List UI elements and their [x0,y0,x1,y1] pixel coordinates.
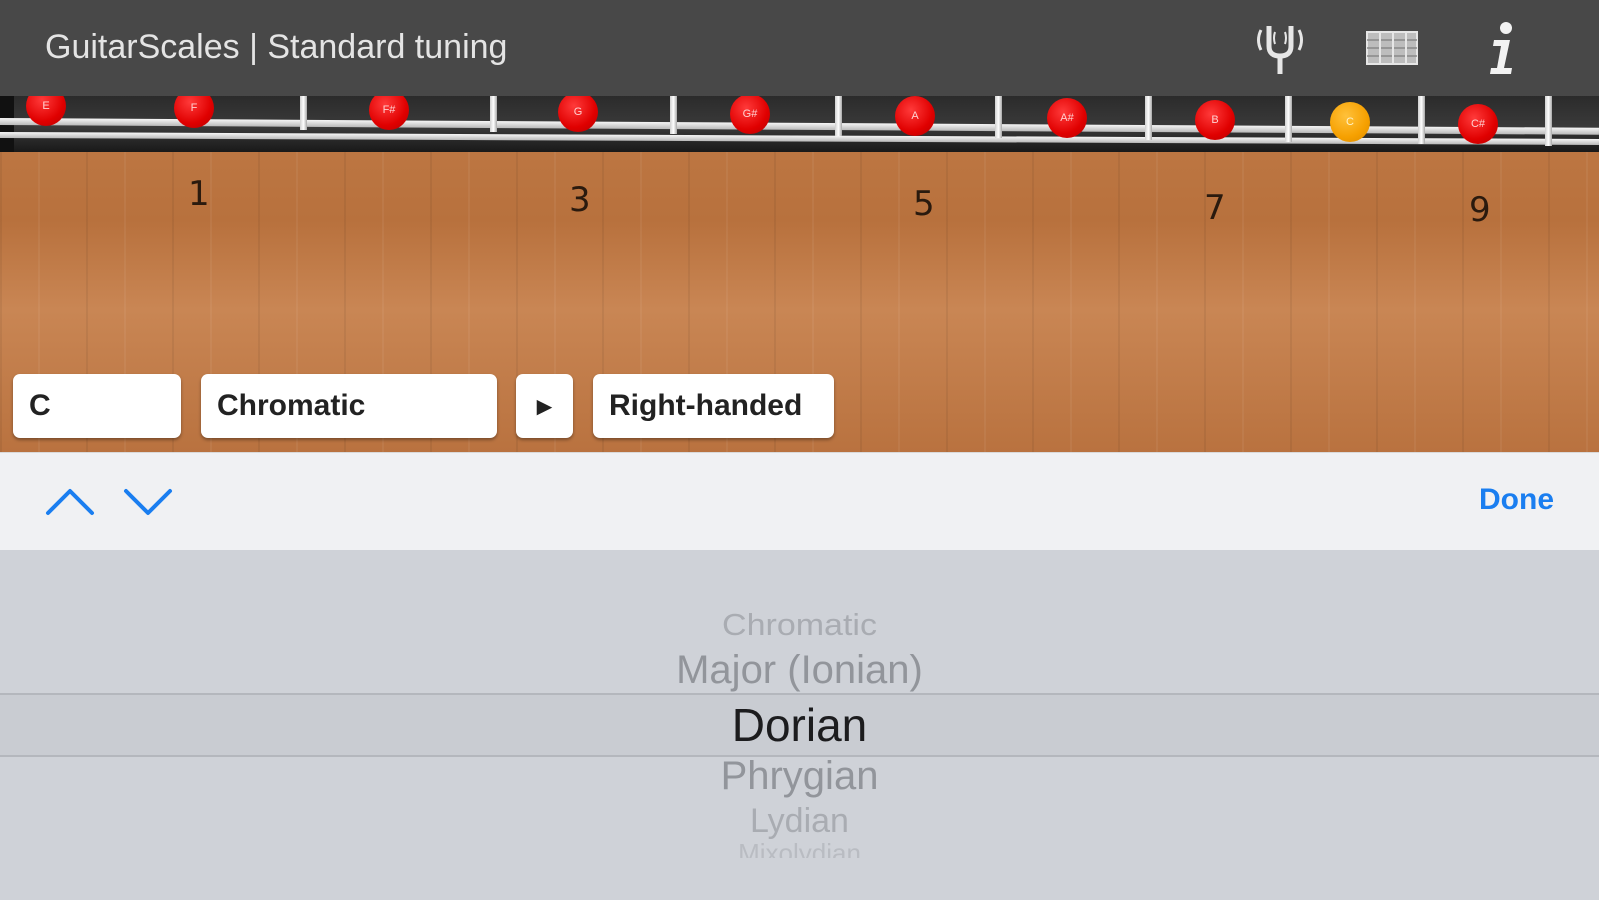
picker-option[interactable]: Lydian [0,802,1599,841]
picker-option[interactable]: Chromatic [0,608,1599,643]
picker-option-selected[interactable]: Dorian [0,698,1599,752]
root-note-dot[interactable]: C [1330,102,1370,142]
chevron-down-icon[interactable] [120,479,176,525]
app-title: GuitarScales | Standard tuning [45,28,508,66]
fret-wire [1418,96,1425,144]
fret-wire [300,96,307,130]
navigation-bar: GuitarScales | Standard tuning [0,0,1599,96]
fret-wire [1285,96,1292,142]
info-icon[interactable] [1472,18,1532,78]
tuning-fork-icon[interactable] [1250,18,1310,78]
fret-wire [835,96,842,136]
done-button[interactable]: Done [1479,483,1554,517]
fret-wire [995,96,1002,138]
scale-selector[interactable]: Chromatic [201,374,497,438]
picker-accessory-bar: Done [0,452,1599,552]
note-dot[interactable]: B [1195,100,1235,140]
fret-marker: 3 [569,180,591,220]
picker-option[interactable]: Phrygian [0,754,1599,799]
note-dot[interactable]: A# [1047,98,1087,138]
chevron-up-icon[interactable] [42,479,98,525]
fret-marker: 7 [1204,188,1226,228]
fretboard-view-icon[interactable] [1362,18,1422,78]
play-button[interactable]: ► [516,374,573,438]
scale-picker[interactable]: Chromatic Major (Ionian) Dorian Phrygian… [0,550,1599,900]
picker-option[interactable]: Major (Ionian) [0,648,1599,693]
handedness-selector[interactable]: Right-handed [593,374,834,438]
fret-marker: 5 [913,184,935,224]
fret-wire [1145,96,1152,140]
note-dot[interactable]: C# [1458,104,1498,144]
fret-wire [1545,96,1552,146]
note-dot[interactable]: A [895,96,935,136]
fret-wire [490,96,497,132]
picker-option[interactable]: Mixolydian [0,840,1599,858]
fret-marker: 9 [1469,190,1491,230]
fret-marker: 1 [188,174,210,214]
fret-wire [670,96,677,134]
key-selector[interactable]: C [13,374,181,438]
